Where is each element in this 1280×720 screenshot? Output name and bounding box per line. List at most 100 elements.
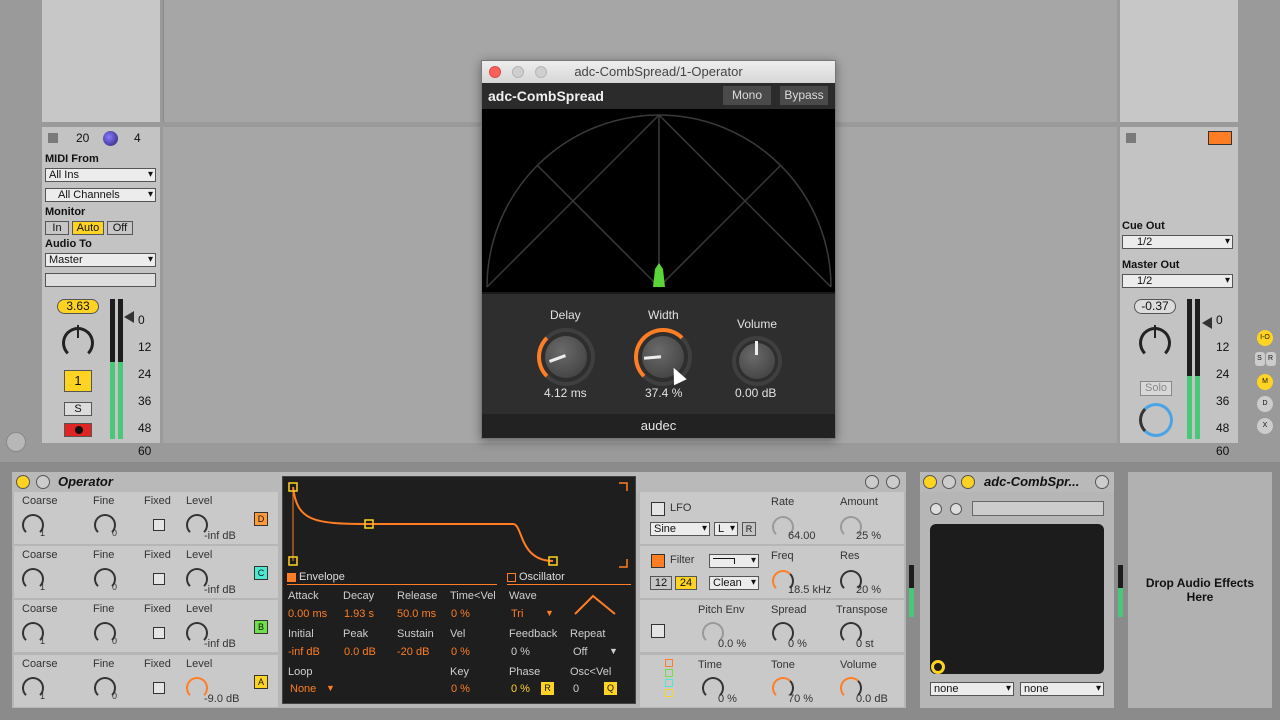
initial-value[interactable]: -inf dB — [288, 646, 320, 658]
phase-value[interactable]: 0 % — [511, 683, 530, 695]
monitor-in-button[interactable]: In — [45, 221, 69, 235]
midi-from-select[interactable]: All Ins — [45, 168, 156, 182]
osc-vel-quantize-button[interactable]: Q — [604, 682, 617, 695]
master-out-select[interactable]: 1/2 — [1122, 274, 1233, 288]
minimize-icon[interactable] — [512, 66, 524, 78]
mono-button[interactable]: Mono — [723, 86, 771, 105]
pitch-env-toggle[interactable] — [651, 624, 665, 638]
audio-sub-select[interactable] — [45, 273, 156, 287]
hotswap-icon[interactable] — [865, 475, 879, 489]
crossfade-knob[interactable] — [1139, 403, 1173, 437]
arm-button[interactable] — [64, 423, 92, 437]
sends-toggle-icon[interactable]: S R — [1254, 352, 1276, 368]
track-clip-slot[interactable] — [42, 0, 160, 122]
attack-value[interactable]: 0.00 ms — [288, 608, 327, 620]
filter-circuit-select[interactable]: Clean — [709, 576, 759, 590]
track-activator-button[interactable]: 1 — [64, 370, 92, 392]
repeat-label: Repeat — [570, 628, 606, 640]
slope-12-button[interactable]: 12 — [650, 576, 672, 590]
master-stop-button[interactable] — [1126, 133, 1136, 143]
filter-type-select[interactable] — [709, 554, 759, 568]
device-on-icon[interactable] — [16, 475, 30, 489]
osc-a-button[interactable]: A — [254, 675, 268, 689]
phase-retrig-button[interactable]: R — [541, 682, 554, 695]
repeat-select[interactable]: Off — [573, 646, 587, 658]
osc-d-button[interactable]: D — [254, 512, 268, 526]
fixed-checkbox[interactable] — [153, 682, 165, 694]
wrench-icon[interactable] — [961, 475, 975, 489]
loop-select[interactable]: None — [290, 683, 316, 695]
osc-b-button[interactable]: B — [254, 620, 268, 634]
osc-c-button[interactable]: C — [254, 566, 268, 580]
oscillator-tab[interactable]: Oscillator — [507, 571, 631, 585]
combspread-hotswap-icon[interactable] — [1095, 475, 1109, 489]
monitor-off-button[interactable]: Off — [107, 221, 133, 235]
peak-value[interactable]: 0.0 dB — [344, 646, 376, 658]
slope-24-button[interactable]: 24 — [675, 576, 697, 590]
master-solo-button[interactable]: Solo — [1140, 381, 1172, 396]
oscillator-row: Coarse Fine Fixed Level 1 0 -inf dB B — [14, 600, 278, 652]
filter-toggle[interactable] — [651, 554, 665, 568]
wave-select[interactable]: Tri — [511, 608, 523, 620]
combspread-on-icon[interactable] — [923, 475, 937, 489]
track-color-icon[interactable] — [103, 131, 118, 146]
close-icon[interactable] — [489, 66, 501, 78]
lfo-retrig-button[interactable]: R — [742, 522, 756, 536]
stereo-field-display[interactable] — [482, 109, 835, 292]
channel-select[interactable]: All Channels — [45, 188, 156, 202]
envelope-tab[interactable]: Envelope — [287, 571, 497, 585]
cue-out-select[interactable]: 1/2 — [1122, 235, 1233, 249]
link-icon[interactable] — [6, 432, 26, 452]
display-selector-icon[interactable] — [665, 659, 673, 697]
vel-value[interactable]: 0 % — [451, 646, 470, 658]
wave-chevron-down-icon[interactable]: ▼ — [545, 608, 554, 618]
master-play-icon[interactable] — [1208, 131, 1232, 145]
master-clip-slot[interactable] — [1120, 0, 1238, 122]
envelope-graph[interactable] — [283, 477, 635, 573]
fixed-checkbox[interactable] — [153, 573, 165, 585]
plugin-save-icon[interactable] — [950, 503, 962, 515]
x-param-select[interactable]: none — [930, 682, 1014, 696]
audio-to-select[interactable]: Master — [45, 253, 156, 267]
zoom-icon[interactable] — [535, 66, 547, 78]
lfo-toggle[interactable] — [651, 502, 665, 516]
feedback-value[interactable]: 0 % — [511, 646, 530, 658]
fixed-checkbox[interactable] — [153, 519, 165, 531]
volume-fader-icon[interactable] — [124, 311, 134, 323]
save-preset-icon[interactable] — [886, 475, 900, 489]
y-param-select[interactable]: none — [1020, 682, 1104, 696]
solo-button[interactable]: S — [64, 402, 92, 416]
delay-knob[interactable] — [537, 328, 595, 386]
io-toggle-icon[interactable]: I-O — [1257, 330, 1273, 346]
lfo-mode-select[interactable]: L — [714, 522, 738, 536]
stop-button[interactable] — [48, 133, 58, 143]
plugin-titlebar[interactable]: adc-CombSpread/1-Operator — [482, 61, 835, 83]
key-value[interactable]: 0 % — [451, 683, 470, 695]
drop-effects-area[interactable]: Drop Audio Effects Here — [1128, 472, 1272, 708]
monitor-auto-button[interactable]: Auto — [72, 221, 104, 235]
bypass-button[interactable]: Bypass — [780, 86, 828, 105]
lfo-wave-select[interactable]: Sine — [650, 522, 710, 536]
osc-vel-value[interactable]: 0 — [573, 683, 579, 695]
device-expand-icon[interactable] — [36, 475, 50, 489]
decay-value[interactable]: 1.93 s — [344, 608, 374, 620]
xy-pad-handle-icon[interactable] — [931, 660, 945, 674]
master-fader-icon[interactable] — [1202, 317, 1212, 329]
volume-readout[interactable]: 3.63 — [57, 299, 99, 314]
combspread-fold-icon[interactable] — [942, 475, 956, 489]
release-value[interactable]: 50.0 ms — [397, 608, 436, 620]
loop-chevron-down-icon[interactable]: ▼ — [326, 683, 335, 693]
time-vel-value[interactable]: 0 % — [451, 608, 470, 620]
sustain-value[interactable]: -20 dB — [397, 646, 429, 658]
mixer-toggle-icon[interactable]: M — [1257, 374, 1273, 390]
repeat-chevron-down-icon[interactable]: ▼ — [609, 646, 618, 656]
master-volume-readout[interactable]: -0.37 — [1134, 299, 1176, 314]
plugin-param-field[interactable] — [972, 501, 1104, 516]
fixed-checkbox[interactable] — [153, 627, 165, 639]
delay-toggle-icon[interactable]: D — [1257, 396, 1273, 412]
plugin-window-toggle-icon[interactable] — [930, 503, 942, 515]
xy-pad[interactable] — [930, 524, 1104, 674]
scale-tick: 12 — [1216, 340, 1230, 354]
volume-knob[interactable] — [732, 336, 782, 386]
crossfader-toggle-icon[interactable]: X — [1257, 418, 1273, 434]
